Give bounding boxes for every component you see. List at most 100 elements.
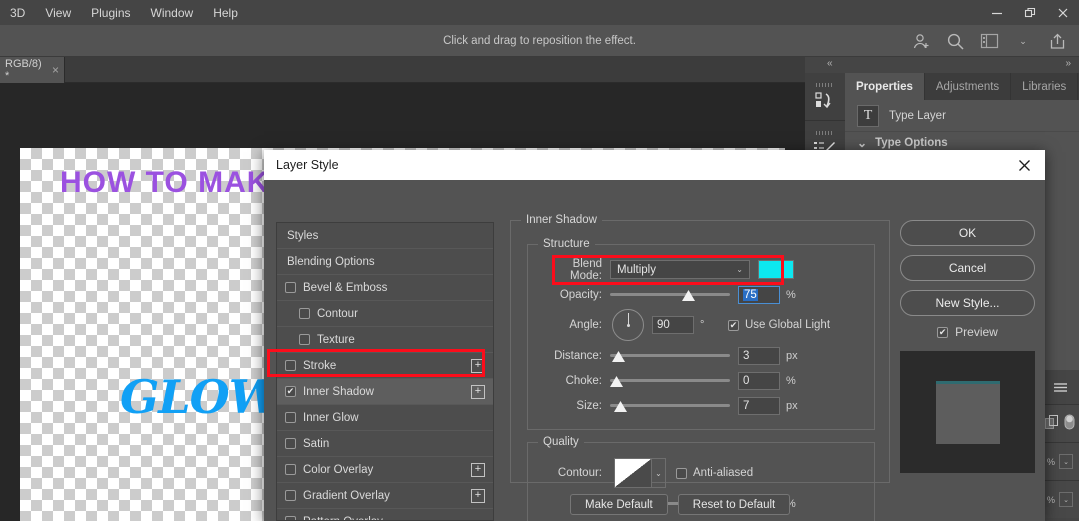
choke-row: Choke: 0 % [538,369,864,392]
blend-mode-select[interactable]: Multiply ⌄ [610,260,750,279]
add-effect-icon[interactable]: + [471,385,485,399]
add-effect-icon[interactable]: + [471,359,485,373]
tab-adjustments[interactable]: Adjustments [925,73,1011,100]
effect-checkbox[interactable] [285,360,296,371]
dialog-body: Styles Blending Options Bevel & Emboss C… [264,180,1045,521]
effect-item-stroke[interactable]: Stroke + [277,353,493,379]
reset-to-default-button[interactable]: Reset to Default [678,494,790,515]
effect-item-contour[interactable]: Contour [277,301,493,327]
effect-checkbox[interactable] [285,438,296,449]
search-icon[interactable] [945,31,965,51]
layer-style-dialog: Layer Style Styles Blending Options Beve… [264,150,1045,521]
share-icon[interactable] [1047,31,1067,51]
distance-input[interactable]: 3 [738,347,780,365]
tab-libraries[interactable]: Libraries [1011,73,1078,100]
choke-input[interactable]: 0 [738,372,780,390]
ok-button[interactable]: OK [900,220,1035,246]
tab-properties[interactable]: Properties [845,73,925,100]
application-menu-bar: 3D View Plugins Window Help [0,0,1079,25]
restore-icon[interactable] [1013,0,1046,25]
new-style-button[interactable]: New Style... [900,290,1035,316]
user-add-icon[interactable] [911,31,931,51]
effect-item-bevel-emboss[interactable]: Bevel & Emboss [277,275,493,301]
contour-dropdown-icon[interactable]: ⌄ [652,458,666,488]
cancel-button[interactable]: Cancel [900,255,1035,281]
add-effect-icon[interactable]: + [471,489,485,503]
effect-item-styles[interactable]: Styles [277,223,493,249]
effect-checkbox[interactable] [285,490,296,501]
effect-item-inner-shadow[interactable]: Inner Shadow + [277,379,493,405]
anti-aliased-row[interactable]: Anti-aliased [676,467,753,479]
effect-label: Stroke [303,360,336,372]
inner-shadow-group: Inner Shadow Structure Blend Mode: Multi… [510,214,890,483]
effect-label: Inner Glow [303,412,359,424]
workspace-icon[interactable] [979,31,999,51]
effect-item-satin[interactable]: Satin [277,431,493,457]
effect-item-inner-glow[interactable]: Inner Glow [277,405,493,431]
effect-checkbox[interactable] [299,308,310,319]
menu-item-view[interactable]: View [35,3,81,23]
chevron-down-icon[interactable]: ⌄ [1013,31,1033,51]
effect-preview-thumbnail [900,351,1035,473]
size-slider[interactable] [610,396,730,415]
effect-checkbox[interactable] [285,516,296,521]
preview-row[interactable]: Preview [900,325,1035,339]
duplicate-layer-icon[interactable] [1045,415,1059,433]
document-tab-label: RGB/8) * [5,58,47,82]
distance-slider[interactable] [610,346,730,365]
actions-panel-icon[interactable] [805,73,845,121]
make-default-button[interactable]: Make Default [570,494,668,515]
effect-checkbox[interactable] [285,386,296,397]
effect-item-texture[interactable]: Texture [277,327,493,353]
type-layer-icon: T [857,105,879,127]
choke-slider[interactable] [610,371,730,390]
add-effect-icon[interactable]: + [471,463,485,477]
effect-checkbox[interactable] [285,412,296,423]
expand-panels-icon[interactable]: » [1065,58,1071,69]
anti-aliased-checkbox[interactable] [676,468,687,479]
effect-item-blending-options[interactable]: Blending Options [277,249,493,275]
fill-dropdown-icon[interactable]: ⌄ [1059,492,1073,507]
opacity-dropdown-icon[interactable]: ⌄ [1059,454,1073,469]
preview-checkbox[interactable] [937,327,948,338]
adjustment-layer-icon[interactable] [1063,414,1076,433]
structure-group-label: Structure [538,238,595,250]
contour-preview[interactable] [614,458,652,488]
effect-label: Pattern Overlay [303,516,383,521]
effect-checkbox[interactable] [285,282,296,293]
effect-label: Texture [317,334,355,346]
menu-item-help[interactable]: Help [203,3,248,23]
effect-item-pattern-overlay[interactable]: Pattern Overlay [277,509,493,521]
use-global-light-checkbox[interactable] [728,320,739,331]
angle-dial[interactable] [612,309,644,341]
close-icon[interactable] [1046,0,1079,25]
effect-settings-column: Inner Shadow Structure Blend Mode: Multi… [510,214,890,517]
minimize-icon[interactable] [980,0,1013,25]
size-input[interactable]: 7 [738,397,780,415]
menu-item-3d[interactable]: 3D [0,3,35,23]
use-global-light-row[interactable]: Use Global Light [728,319,830,331]
effect-checkbox[interactable] [285,464,296,475]
collapse-panels-icon[interactable]: « [827,58,833,69]
effect-item-gradient-overlay[interactable]: Gradient Overlay + [277,483,493,509]
dialog-close-icon[interactable] [1003,150,1045,180]
effect-item-color-overlay[interactable]: Color Overlay + [277,457,493,483]
shadow-color-swatch[interactable] [758,260,794,279]
opacity-unit: % [786,289,804,301]
dialog-title-bar: Layer Style [264,150,1045,180]
angle-input[interactable]: 90 [652,316,694,334]
type-layer-label: Type Layer [889,110,946,122]
angle-unit: ° [700,319,718,331]
document-tab-close-icon[interactable]: × [52,63,59,77]
menu-item-plugins[interactable]: Plugins [81,3,140,23]
menu-item-window[interactable]: Window [141,3,204,23]
blend-mode-label: Blend Mode: [538,258,610,282]
opacity-slider[interactable] [610,285,730,304]
document-tab[interactable]: RGB/8) * × [0,57,65,83]
layers-panel-menu-icon[interactable] [1041,370,1079,404]
slider-track [610,404,730,407]
effect-checkbox[interactable] [299,334,310,345]
inner-shadow-group-label: Inner Shadow [521,214,602,226]
options-hint-text: Click and drag to reposition the effect. [443,35,636,47]
opacity-input[interactable]: 75 [738,286,780,304]
